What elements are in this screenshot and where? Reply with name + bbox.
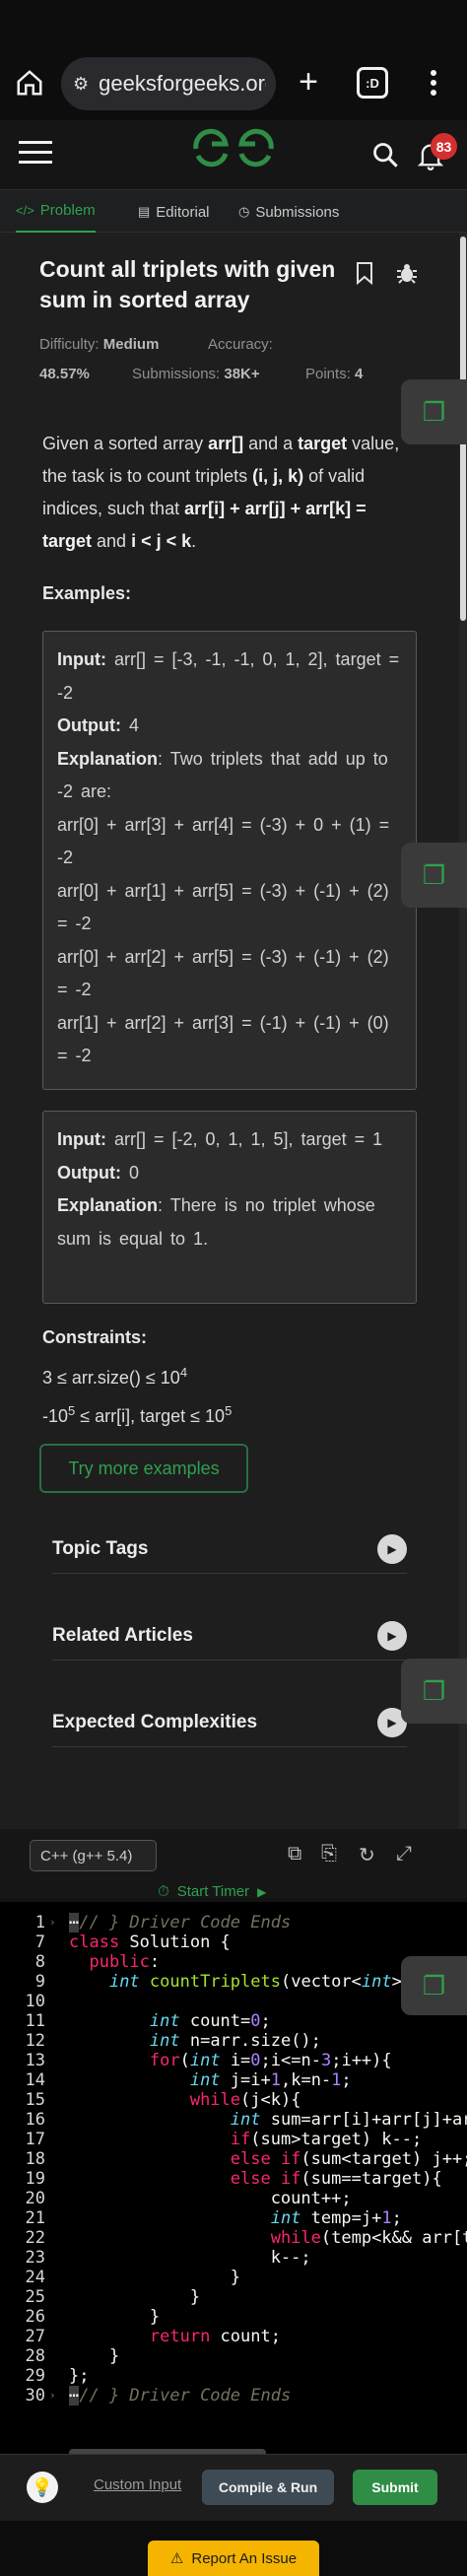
url-text: geeksforgeeks.org bbox=[99, 71, 267, 96]
reset-icon[interactable]: ↻ bbox=[359, 1843, 375, 1867]
code-editor[interactable]: 1 › ⋯// } Driver Code Ends 7 class Solution… bbox=[0, 1902, 467, 2454]
accuracy-label: Accuracy: bbox=[208, 336, 273, 353]
site-settings-icon[interactable]: ⚙ bbox=[73, 74, 89, 95]
code-icon: </> bbox=[16, 203, 34, 218]
expand-icon[interactable]: ▶ bbox=[377, 1620, 407, 1651]
warning-icon: ⚠ bbox=[169, 2550, 184, 2567]
fold-icon: › bbox=[49, 2389, 56, 2402]
bookmark-icon[interactable] bbox=[351, 258, 378, 288]
tab-problem[interactable]: </> Problem bbox=[16, 190, 96, 234]
hint-bulb-icon[interactable]: 💡 bbox=[27, 2472, 58, 2503]
submissions: Submissions: 38K+ bbox=[132, 366, 260, 382]
hamburger-menu-icon[interactable] bbox=[18, 138, 53, 168]
compile-run-button[interactable]: Compile & Run bbox=[202, 2470, 334, 2505]
accordion-topic-tags[interactable]: Topic Tags ▶ bbox=[52, 1525, 407, 1574]
constraints-heading: Constraints: bbox=[42, 1327, 148, 1347]
folded-code: ⋯ bbox=[69, 2386, 80, 2406]
start-timer-button[interactable]: ⏱ Start Timer ▶ bbox=[158, 1883, 266, 1900]
difficulty: Difficulty: Medium bbox=[39, 336, 160, 353]
problem-title: Count all triplets with given sum in sor… bbox=[39, 256, 336, 312]
clock-icon: ◷ bbox=[238, 204, 250, 219]
fullscreen-icon[interactable]: ⤢ bbox=[396, 1843, 412, 1865]
new-tab-icon[interactable]: + bbox=[292, 63, 325, 101]
chat-fab[interactable]: ❐ bbox=[401, 1956, 467, 2015]
fold-icon: › bbox=[49, 1916, 56, 1929]
expand-icon[interactable]: ▶ bbox=[377, 1533, 407, 1564]
chat-fab[interactable]: ❐ bbox=[401, 843, 467, 908]
chat-fab[interactable]: ❐ bbox=[401, 1659, 467, 1724]
play-icon: ▶ bbox=[257, 1884, 267, 1899]
chat-icon: ❐ bbox=[422, 1675, 446, 1706]
language-select[interactable]: C++ (g++ 5.4) bbox=[30, 1840, 157, 1871]
constraints-list: 3 ≤ arr.size() ≤ 104 -105 ≤ arr[i], targ… bbox=[42, 1365, 233, 1426]
accuracy-value: 48.57% bbox=[39, 366, 90, 382]
example-1: Input: arr[] = [-3, -1, -1, 0, 1, 2], ta… bbox=[42, 631, 417, 1090]
tab-switcher-button[interactable]: :D bbox=[357, 67, 388, 99]
copy-icon[interactable]: ⧉ bbox=[288, 1843, 301, 1865]
report-bug-icon[interactable] bbox=[392, 258, 422, 288]
chat-fab[interactable]: ❐ bbox=[401, 379, 467, 444]
paste-icon[interactable]: ⎘ bbox=[321, 1843, 337, 1865]
home-icon[interactable] bbox=[12, 65, 47, 101]
problem-statement: Given a sorted array arr[] and a target … bbox=[42, 434, 400, 551]
try-more-examples-button[interactable]: Try more examples bbox=[39, 1444, 248, 1493]
problem-tabs: </> Problem ▤ Editorial ◷ Submissions bbox=[0, 189, 467, 234]
chat-icon: ❐ bbox=[422, 859, 446, 890]
examples-heading: Examples: bbox=[42, 583, 132, 603]
gfg-logo[interactable] bbox=[192, 128, 275, 179]
chat-icon: ❐ bbox=[422, 1970, 446, 2000]
document-icon: ▤ bbox=[138, 204, 151, 219]
address-bar[interactable]: ⚙ geeksforgeeks.org bbox=[61, 57, 276, 110]
notification-badge: 83 bbox=[431, 133, 457, 160]
example-2: Input: arr[] = [-2, 0, 1, 1, 5], target … bbox=[42, 1111, 417, 1304]
tab-editorial[interactable]: ▤ Editorial bbox=[138, 190, 210, 234]
points: Points: 4 bbox=[305, 366, 364, 382]
search-icon[interactable] bbox=[368, 138, 402, 171]
submit-button[interactable]: Submit bbox=[353, 2470, 437, 2505]
accordion-related-articles[interactable]: Related Articles ▶ bbox=[52, 1611, 407, 1661]
folded-code: ⋯ bbox=[69, 1913, 80, 1932]
tab-label: Problem bbox=[39, 202, 96, 219]
tab-label: Editorial bbox=[156, 203, 210, 221]
tab-label: Submissions bbox=[255, 203, 340, 221]
tab-submissions[interactable]: ◷ Submissions bbox=[238, 190, 339, 234]
more-menu-icon[interactable] bbox=[422, 65, 445, 101]
report-issue-button[interactable]: ⚠ Report An Issue bbox=[148, 2541, 319, 2576]
timer-icon: ⏱ bbox=[158, 1883, 169, 1900]
accordion-expected-complexities[interactable]: Expected Complexities ▶ bbox=[52, 1698, 407, 1747]
custom-input-link[interactable]: Custom Input bbox=[94, 2476, 181, 2493]
chat-icon: ❐ bbox=[422, 396, 446, 427]
